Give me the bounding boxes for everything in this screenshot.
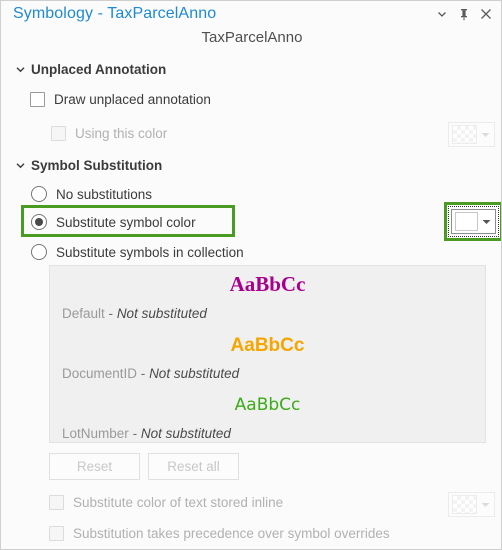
chevron-down-icon	[13, 63, 27, 77]
unplaced-color-swatch	[452, 125, 477, 144]
radio-row-substitute-symbols-in-collection[interactable]: Substitute symbols in collection	[31, 244, 244, 260]
substitution-precedence-checkbox	[49, 526, 64, 541]
substitution-caption: LotNumber - Not substituted	[50, 426, 485, 441]
chevron-down-icon	[477, 502, 494, 508]
panel-title: Symbology - TaxParcelAnno	[13, 5, 217, 22]
group-header-label: Symbol Substitution	[31, 158, 163, 173]
inline-color-swatch	[452, 495, 477, 514]
no-substitutions-radio[interactable]	[31, 186, 47, 202]
substitute-symbols-in-collection-radio[interactable]	[31, 244, 47, 260]
draw-unplaced-annotation-checkbox[interactable]	[30, 92, 45, 107]
substitute-symbol-color-radio[interactable]	[31, 214, 47, 230]
substitute-color-picker-button[interactable]	[451, 209, 496, 234]
using-this-color-label: Using this color	[75, 126, 168, 141]
substitution-name: DocumentID	[62, 366, 138, 381]
chevron-down-icon	[13, 159, 27, 173]
substitute-color-inline-label: Substitute color of text stored inline	[73, 495, 284, 510]
substitution-list[interactable]: AaBbCc Default - Not substituted AaBbCc …	[49, 265, 486, 443]
reset-button[interactable]: Reset	[49, 453, 140, 480]
group-header-unplaced-annotation[interactable]: Unplaced Annotation	[13, 62, 166, 77]
unplaced-color-picker-button	[448, 122, 495, 147]
chevron-down-icon[interactable]	[431, 3, 453, 25]
substitution-name: Default	[62, 306, 105, 321]
checkbox-row-draw-unplaced-annotation[interactable]: Draw unplaced annotation	[30, 92, 211, 107]
substitute-symbols-in-collection-label: Substitute symbols in collection	[56, 244, 244, 260]
substitution-precedence-label: Substitution takes precedence over symbo…	[73, 526, 390, 541]
substitution-separator: -	[132, 426, 138, 441]
group-header-label: Unplaced Annotation	[31, 62, 167, 77]
substitution-name: LotNumber	[62, 426, 129, 441]
substitution-status: Not substituted	[116, 306, 207, 321]
panel-titlebar: Symbology - TaxParcelAnno	[1, 1, 501, 27]
substitution-preview-text: AaBbCc	[229, 272, 306, 296]
substitution-status: Not substituted	[149, 366, 240, 381]
no-substitutions-label: No substitutions	[56, 186, 153, 202]
radio-row-no-substitutions[interactable]: No substitutions	[31, 186, 152, 202]
close-icon[interactable]	[475, 3, 497, 25]
layer-name-header: TaxParcelAnno	[201, 29, 303, 46]
symbology-panel: Symbology - TaxParcelAnno TaxParcelAnno	[0, 0, 502, 550]
draw-unplaced-annotation-label: Draw unplaced annotation	[54, 92, 211, 107]
checkbox-row-using-this-color: Using this color	[51, 126, 167, 141]
substitute-color-inline-checkbox	[49, 495, 64, 510]
substitute-symbol-color-label: Substitute symbol color	[56, 214, 196, 230]
list-item[interactable]: AaBbCc DocumentID - Not substituted	[50, 336, 485, 381]
substitution-preview-text: AaBbCc	[230, 335, 305, 356]
group-header-symbol-substitution[interactable]: Symbol Substitution	[13, 158, 162, 173]
radio-row-substitute-symbol-color[interactable]: Substitute symbol color	[31, 214, 196, 230]
substitute-color-swatch[interactable]	[455, 212, 479, 231]
using-this-color-checkbox	[51, 126, 66, 141]
list-item[interactable]: AaBbCc LotNumber - Not substituted	[50, 395, 485, 442]
inline-color-picker-button	[448, 492, 495, 517]
checkbox-row-substitution-precedence: Substitution takes precedence over symbo…	[49, 526, 390, 541]
pin-icon[interactable]	[453, 3, 475, 25]
chevron-down-icon	[477, 132, 494, 138]
list-item[interactable]: AaBbCc Default - Not substituted	[50, 272, 485, 322]
substitution-status: Not substituted	[140, 426, 231, 441]
substitution-separator: -	[140, 366, 146, 381]
substitution-preview-text: AaBbCc	[234, 395, 301, 415]
substitution-caption: Default - Not substituted	[50, 306, 485, 321]
reset-all-button[interactable]: Reset all	[148, 453, 239, 480]
checkbox-row-substitute-color-inline: Substitute color of text stored inline	[49, 495, 283, 510]
chevron-down-icon[interactable]	[478, 219, 495, 225]
substitution-caption: DocumentID - Not substituted	[50, 366, 485, 381]
substitution-separator: -	[108, 306, 114, 321]
